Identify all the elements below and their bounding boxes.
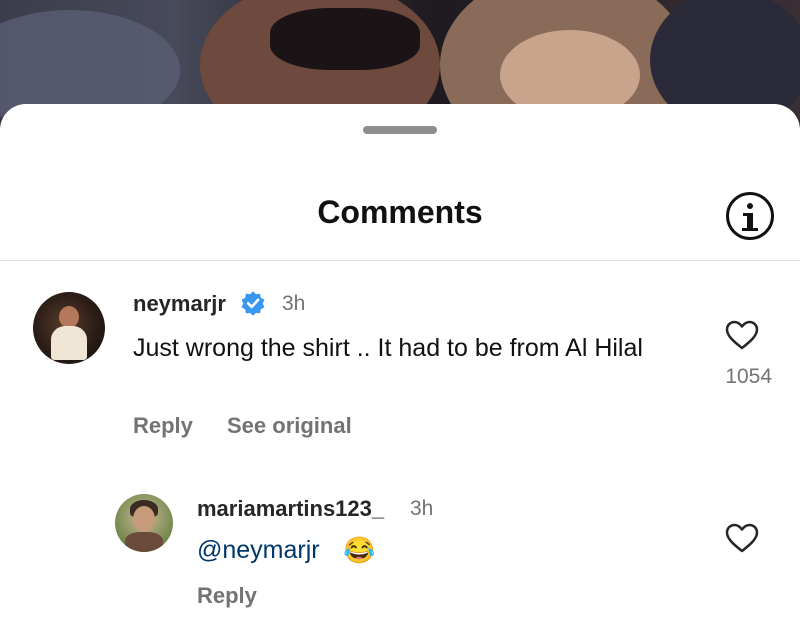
avatar[interactable]	[33, 292, 105, 364]
like-count[interactable]: 1054	[700, 365, 772, 389]
heart-icon[interactable]	[725, 320, 759, 350]
verified-badge-icon	[241, 291, 265, 316]
drag-handle[interactable]	[363, 126, 437, 134]
laughing-emoji: 😂	[343, 535, 376, 565]
reply-button[interactable]: Reply	[197, 583, 257, 609]
reply-button[interactable]: Reply	[133, 413, 193, 439]
avatar[interactable]	[115, 494, 173, 552]
info-icon[interactable]	[726, 192, 774, 240]
header-divider	[0, 260, 800, 261]
sheet-title: Comments	[317, 194, 483, 230]
reply-time: 3h	[410, 497, 434, 520]
comment-text: Just wrong the shirt .. It had to be fro…	[133, 334, 643, 362]
comment-username[interactable]: neymarjr	[133, 291, 226, 317]
see-original-button[interactable]: See original	[227, 413, 352, 439]
comment-time: 3h	[282, 292, 306, 315]
heart-icon[interactable]	[725, 523, 759, 553]
reply-mention[interactable]: @neymarjr	[197, 536, 320, 565]
reply-username[interactable]: mariamartins123_	[197, 496, 384, 522]
